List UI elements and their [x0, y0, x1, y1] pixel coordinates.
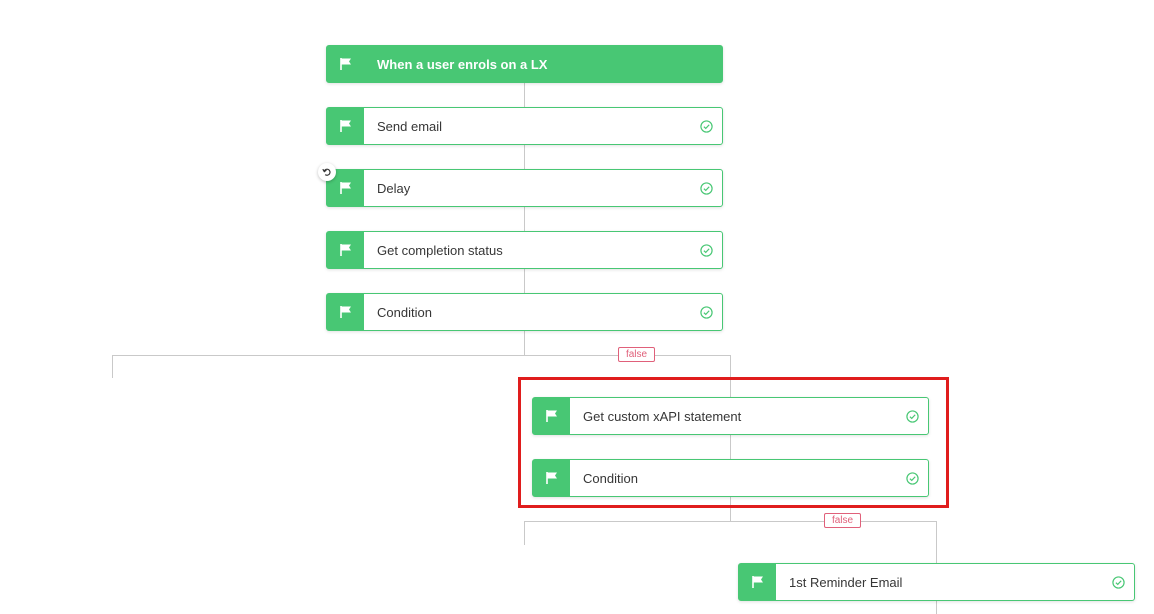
get-custom-xapi-node[interactable]: Get custom xAPI statement: [532, 397, 929, 435]
condition-node-2[interactable]: Condition: [532, 459, 929, 497]
branch-line: [524, 521, 937, 522]
check-circle-icon: [906, 409, 919, 423]
send-email-node[interactable]: Send email: [326, 107, 723, 145]
flag-icon: [327, 232, 364, 268]
node-label: Delay: [377, 180, 411, 196]
connector-line: [730, 497, 731, 521]
check-circle-icon: [700, 181, 713, 195]
undo-icon[interactable]: [318, 163, 336, 181]
flag-icon: [533, 460, 570, 496]
connector-line: [524, 83, 525, 107]
branch-line-right: [936, 521, 937, 563]
flag-icon: [739, 564, 776, 600]
check-circle-icon: [700, 305, 713, 319]
check-circle-icon: [1112, 575, 1125, 589]
trigger-node[interactable]: When a user enrols on a LX: [326, 45, 723, 83]
flag-icon: [327, 294, 364, 330]
first-reminder-email-node[interactable]: 1st Reminder Email: [738, 563, 1135, 601]
connector-line: [936, 601, 937, 614]
connector-line: [730, 435, 731, 459]
branch-line-left: [112, 355, 113, 378]
branch-line-left: [524, 521, 525, 545]
flag-icon: [327, 46, 364, 82]
connector-line: [524, 269, 525, 293]
connector-line: [524, 207, 525, 231]
node-label: Send email: [377, 118, 443, 134]
condition-node-1[interactable]: Condition: [326, 293, 723, 331]
get-completion-status-node[interactable]: Get completion status: [326, 231, 723, 269]
node-label: When a user enrols on a LX: [377, 56, 548, 72]
branch-line-right: [730, 355, 731, 397]
node-label: Get completion status: [377, 242, 503, 258]
false-branch-badge[interactable]: false: [824, 513, 861, 528]
flag-icon: [533, 398, 570, 434]
connector-line: [524, 331, 525, 355]
connector-line: [524, 145, 525, 169]
false-branch-badge[interactable]: false: [618, 347, 655, 362]
check-circle-icon: [906, 471, 919, 485]
node-label: Condition: [377, 304, 432, 320]
check-circle-icon: [700, 243, 713, 257]
node-label: Condition: [583, 470, 638, 486]
node-label: Get custom xAPI statement: [583, 408, 742, 424]
delay-node[interactable]: Delay: [326, 169, 723, 207]
workflow-canvas: When a user enrols on a LX Send email De…: [0, 0, 1154, 614]
check-circle-icon: [700, 119, 713, 133]
node-label: 1st Reminder Email: [789, 574, 903, 590]
flag-icon: [327, 108, 364, 144]
